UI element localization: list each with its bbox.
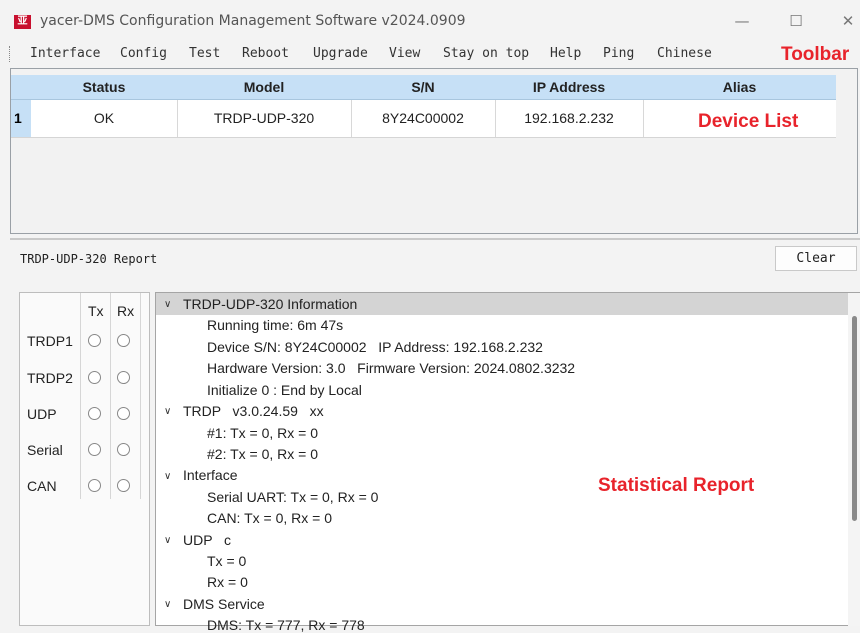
chevron-down-icon[interactable]: ∨ <box>164 599 171 610</box>
trdp1-tx-indicator <box>88 334 101 347</box>
maximize-button[interactable]: ☐ <box>778 8 814 34</box>
menu-view[interactable]: View <box>389 46 420 61</box>
menu-upgrade[interactable]: Upgrade <box>313 46 368 61</box>
tree-item[interactable]: Tx = 0 <box>207 553 246 569</box>
tx-column-header: Tx <box>88 303 104 319</box>
close-button[interactable]: ✕ <box>830 8 860 34</box>
statistical-report-annotation: Statistical Report <box>598 475 755 496</box>
serial-tx-indicator <box>88 443 101 456</box>
tree-item[interactable]: DMS: Tx = 777, Rx = 778 <box>207 617 365 633</box>
trdp1-rx-indicator <box>117 334 130 347</box>
report-title: TRDP-UDP-320 Report <box>20 252 158 266</box>
tree-node-trdp[interactable]: TRDP v3.0.24.59 xx <box>183 403 324 419</box>
column-header-alias[interactable]: Alias <box>643 75 836 99</box>
trdp2-rx-indicator <box>117 371 130 384</box>
menu-help[interactable]: Help <box>550 46 581 61</box>
tree-node-udp[interactable]: UDP c <box>183 532 231 548</box>
tree-item[interactable]: Serial UART: Tx = 0, Rx = 0 <box>207 489 378 505</box>
txrx-label-can: CAN <box>27 478 57 494</box>
menu-config[interactable]: Config <box>120 46 167 61</box>
column-separator <box>80 293 81 499</box>
can-tx-indicator <box>88 479 101 492</box>
tree-item[interactable]: #2: Tx = 0, Rx = 0 <box>207 446 318 462</box>
menu-ping[interactable]: Ping <box>603 46 634 61</box>
column-header-sn[interactable]: S/N <box>351 75 495 99</box>
window-title: yacer-DMS Configuration Management Softw… <box>40 13 466 29</box>
cell-model[interactable]: TRDP-UDP-320 <box>177 100 351 137</box>
txrx-label-trdp1: TRDP1 <box>27 333 73 349</box>
menu-chinese[interactable]: Chinese <box>657 46 712 61</box>
tree-item[interactable]: Hardware Version: 3.0 Firmware Version: … <box>207 360 575 376</box>
tree-item[interactable]: Rx = 0 <box>207 574 248 590</box>
chevron-down-icon[interactable]: ∨ <box>164 471 171 482</box>
txrx-label-trdp2: TRDP2 <box>27 370 73 386</box>
clear-button[interactable]: Clear <box>775 246 857 271</box>
chevron-down-icon[interactable]: ∨ <box>164 406 171 417</box>
tree-item[interactable]: Running time: 6m 47s <box>207 317 343 333</box>
txrx-label-serial: Serial <box>27 442 63 458</box>
tree-item[interactable]: Device S/N: 8Y24C00002 IP Address: 192.1… <box>207 339 543 355</box>
toolbar-annotation: Toolbar <box>781 44 850 65</box>
app-logo-icon: 亚 <box>14 15 31 29</box>
column-header-ip-address[interactable]: IP Address <box>495 75 643 99</box>
tree-node-dms-service[interactable]: DMS Service <box>183 596 265 612</box>
menu-test[interactable]: Test <box>189 46 220 61</box>
row-index: 1 <box>11 100 31 137</box>
serial-rx-indicator <box>117 443 130 456</box>
menu-reboot[interactable]: Reboot <box>242 46 289 61</box>
minimize-button[interactable]: — <box>724 8 760 34</box>
menu-interface[interactable]: Interface <box>30 46 100 61</box>
trdp2-tx-indicator <box>88 371 101 384</box>
column-header-status[interactable]: Status <box>31 75 177 99</box>
column-separator <box>110 293 111 499</box>
tree-item[interactable]: CAN: Tx = 0, Rx = 0 <box>207 510 332 526</box>
can-rx-indicator <box>117 479 130 492</box>
txrx-label-udp: UDP <box>27 406 57 422</box>
tree-item[interactable]: Initialize 0 : End by Local <box>207 382 362 398</box>
column-separator <box>140 293 141 499</box>
udp-rx-indicator <box>117 407 130 420</box>
scrollbar-thumb[interactable] <box>852 316 857 521</box>
tree-item[interactable]: #1: Tx = 0, Rx = 0 <box>207 425 318 441</box>
menu-stay-on-top[interactable]: Stay on top <box>443 46 529 61</box>
tree-node-information[interactable]: TRDP-UDP-320 Information <box>183 296 357 312</box>
tree-node-interface[interactable]: Interface <box>183 467 237 483</box>
cell-sn[interactable]: 8Y24C00002 <box>351 100 495 137</box>
splitter[interactable] <box>10 238 860 240</box>
cell-status[interactable]: OK <box>31 100 177 137</box>
cell-ip-address[interactable]: 192.168.2.232 <box>495 100 643 137</box>
toolbar-grip[interactable] <box>9 46 12 62</box>
column-header-model[interactable]: Model <box>177 75 351 99</box>
udp-tx-indicator <box>88 407 101 420</box>
chevron-down-icon[interactable]: ∨ <box>164 535 171 546</box>
rx-column-header: Rx <box>117 303 135 319</box>
chevron-down-icon[interactable]: ∨ <box>164 299 171 310</box>
device-list-annotation: Device List <box>698 111 799 132</box>
